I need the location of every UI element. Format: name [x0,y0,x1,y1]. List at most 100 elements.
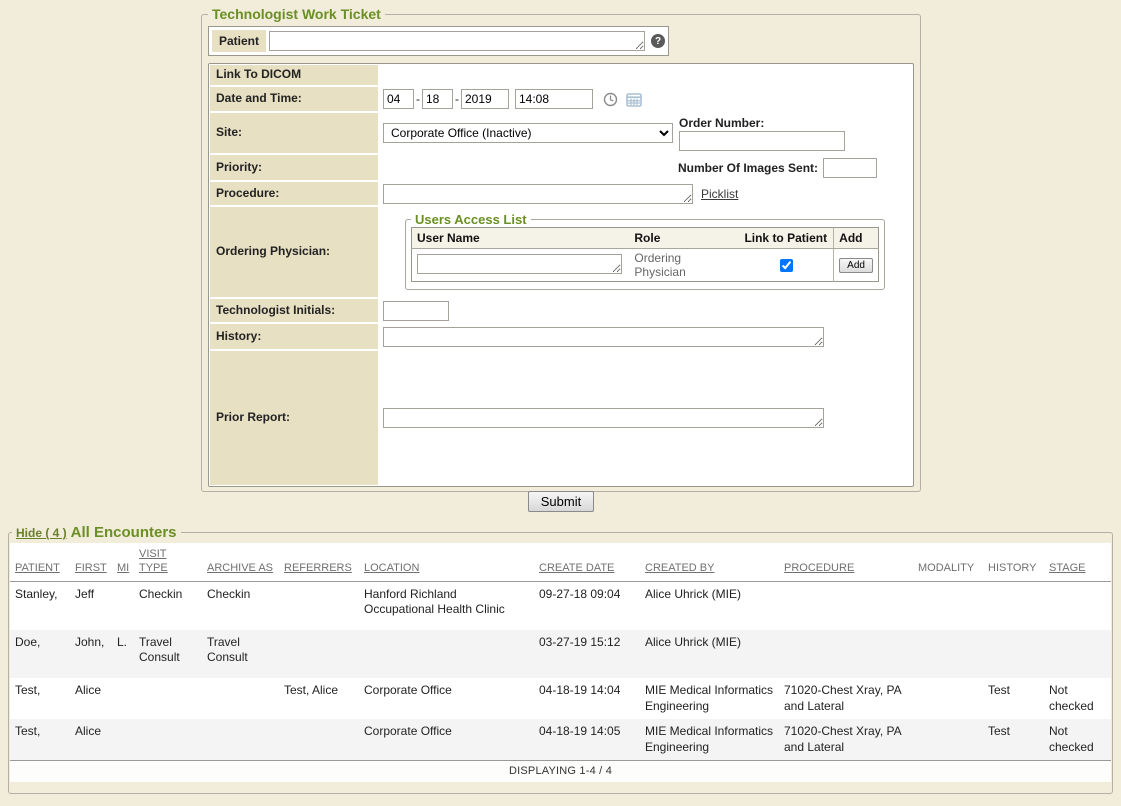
picklist-link[interactable]: Picklist [701,187,738,201]
column-header-procedure[interactable]: PROCEDURE [779,543,913,581]
link-to-patient-checkbox[interactable] [780,259,793,272]
procedure-input[interactable] [383,184,693,204]
encounter-cell: Hanford Richland Occupational Health Cli… [359,581,534,630]
row-site: Site: Corporate Office (Inactive) Order … [209,112,913,154]
calendar-icon[interactable] [626,92,642,107]
encounter-cell [913,719,983,760]
patient-field-group: Patient ? [208,26,669,56]
technologist-initials-input[interactable] [383,301,449,321]
order-number-label: Order Number: [679,116,845,130]
encounter-cell [1044,581,1111,630]
patient-label: Patient [212,30,266,52]
encounter-cell: Test, [10,678,70,719]
row-ordering-physician: Ordering Physician: Users Access List Us… [209,206,913,298]
encounter-cell: 09-27-18 09:04 [534,581,640,630]
column-header-referrers[interactable]: REFERRERS [279,543,359,581]
encounter-cell: Alice Uhrick (MIE) [640,630,779,678]
encounters-section: Hide ( 4 )All Encounters PATIENTFIRSTMIV… [8,524,1113,794]
encounter-row[interactable]: Test,AliceCorporate Office04-18-19 14:05… [10,719,1111,760]
ual-row: Ordering Physician Add [412,249,879,282]
date-day-input[interactable] [422,89,453,109]
role-value: Ordering Physician [629,249,739,282]
row-procedure: Procedure: Picklist [209,181,913,206]
column-header-location[interactable]: LOCATION [359,543,534,581]
encounter-cell: Doe, [10,630,70,678]
ual-column-link-to-patient: Link to Patient [739,228,833,249]
images-sent-label: Number Of Images Sent: [678,161,818,175]
column-header-first[interactable]: FIRST [70,543,112,581]
prior-report-input[interactable] [383,408,824,428]
work-ticket-title: Technologist Work Ticket [208,6,385,22]
users-access-list-title: Users Access List [411,212,531,227]
encounter-cell [983,581,1044,630]
encounter-cell: L. [112,630,134,678]
priority-label: Priority: [210,155,378,180]
encounter-cell: Stanley, [10,581,70,630]
help-icon[interactable]: ? [651,34,665,48]
history-input[interactable] [383,327,824,347]
column-header-patient[interactable]: PATIENT [10,543,70,581]
patient-input[interactable] [269,31,645,51]
ordering-physician-label: Ordering Physician: [210,207,378,297]
encounter-row[interactable]: Stanley,Jeff CheckinCheckin Hanford Richla… [10,581,1111,630]
site-select[interactable]: Corporate Office (Inactive) [383,123,673,143]
encounter-cell [134,678,202,719]
column-header-created-by[interactable]: CREATED BY [640,543,779,581]
encounter-cell: 71020-Chest Xray, PA and Lateral [779,678,913,719]
column-header-mi[interactable]: MI [112,543,134,581]
prior-report-label: Prior Report: [210,351,378,485]
encounter-cell [779,630,913,678]
ual-column-user-name: User Name [412,228,630,249]
encounter-cell: Corporate Office [359,678,534,719]
encounter-row[interactable]: Test,AliceTest, AliceCorporate Office04-… [10,678,1111,719]
add-user-button[interactable]: Add [839,258,873,273]
images-sent-group: Number Of Images Sent: [678,158,877,178]
encounter-cell: Corporate Office [359,719,534,760]
encounter-cell: 71020-Chest Xray, PA and Lateral [779,719,913,760]
column-header-create-date[interactable]: CREATE DATE [534,543,640,581]
order-number-input[interactable] [679,131,845,151]
column-header-visit-type[interactable]: VISIT TYPE [134,543,202,581]
row-prior-report: Prior Report: [209,350,913,486]
encounter-cell [134,719,202,760]
encounter-cell: MIE Medical Informatics Engineering [640,719,779,760]
encounter-cell [202,678,279,719]
submit-button[interactable]: Submit [528,491,594,512]
encounter-cell: Test, Alice [279,678,359,719]
encounter-cell: Not checked [1044,678,1111,719]
row-link-to-dicom: Link To DICOM [209,64,913,86]
clock-icon[interactable] [603,92,618,107]
encounter-cell [913,630,983,678]
encounter-cell: Checkin [202,581,279,630]
site-label: Site: [210,113,378,153]
link-to-dicom-label: Link To DICOM [210,65,378,85]
encounter-cell: Jeff [70,581,112,630]
encounter-cell: MIE Medical Informatics Engineering [640,678,779,719]
images-sent-input[interactable] [823,158,877,178]
time-input[interactable] [515,89,593,109]
encounters-table: PATIENTFIRSTMIVISIT TYPEARCHIVE ASREFERR… [10,543,1111,760]
column-header-stage[interactable]: STAGE [1044,543,1111,581]
encounter-cell: Checkin [134,581,202,630]
date-year-input[interactable] [461,89,509,109]
ual-column-add: Add [834,228,879,249]
encounter-cell [359,630,534,678]
column-header-archive-as[interactable]: ARCHIVE AS [202,543,279,581]
encounter-cell [279,581,359,630]
date-separator: - [455,92,459,106]
encounter-cell: John, [70,630,112,678]
row-technologist-initials: Technologist Initials: [209,298,913,323]
order-number-group: Order Number: [679,116,845,151]
encounter-row[interactable]: Doe,John,L.Travel ConsultTravel Consult0… [10,630,1111,678]
encounter-cell [112,581,134,630]
encounter-cell: Alice Uhrick (MIE) [640,581,779,630]
encounter-cell [279,630,359,678]
user-name-input[interactable] [417,254,622,274]
encounter-cell [279,719,359,760]
encounter-cell [112,678,134,719]
pagination-status: DISPLAYING 1-4 / 4 [10,760,1111,782]
encounter-cell: Test, [10,719,70,760]
date-month-input[interactable] [383,89,414,109]
hide-link[interactable]: Hide ( 4 ) [16,526,67,540]
encounter-cell: Not checked [1044,719,1111,760]
